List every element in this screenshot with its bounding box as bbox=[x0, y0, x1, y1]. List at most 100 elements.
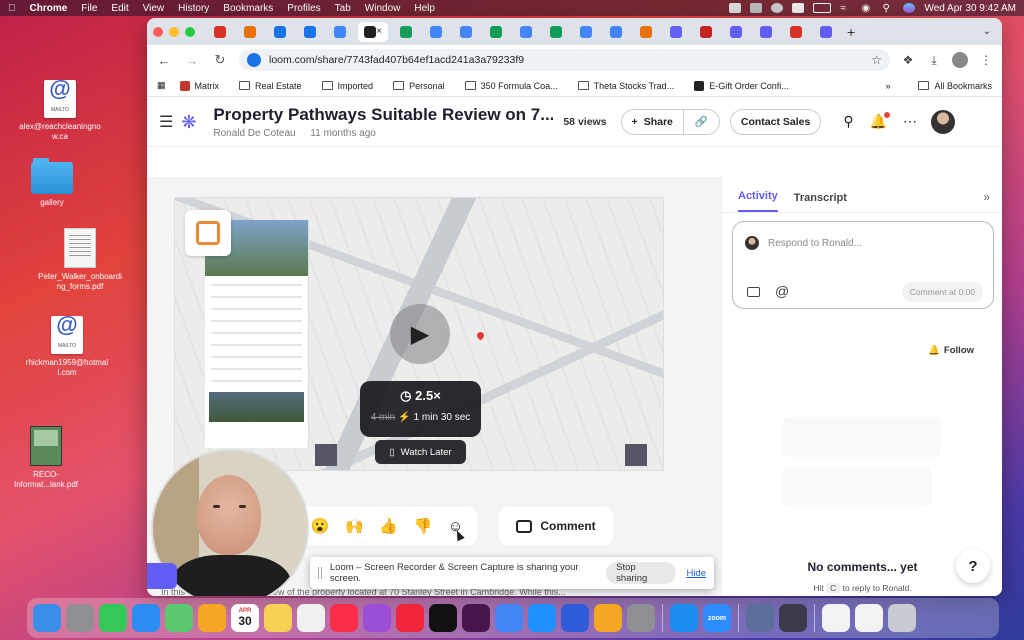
new-tab-icon[interactable]: + bbox=[847, 24, 855, 40]
browser-tab[interactable] bbox=[454, 22, 478, 42]
trash-icon[interactable] bbox=[888, 604, 916, 632]
browser-tab[interactable] bbox=[814, 22, 838, 42]
browser-tab[interactable] bbox=[514, 22, 538, 42]
notifications-bell-icon[interactable]: 🔔 bbox=[870, 112, 891, 130]
menubar-clock[interactable]: Wed Apr 30 9:42 AM bbox=[924, 3, 1016, 14]
browser-tab[interactable] bbox=[328, 22, 352, 42]
dock-calendar-icon[interactable]: APR 30 bbox=[231, 604, 259, 632]
emoji-raised-hands-icon[interactable]: 🙌 bbox=[345, 517, 364, 535]
tab-search-chevron-icon[interactable]: ⌄ bbox=[978, 26, 996, 37]
browser-tab-active[interactable]: × bbox=[358, 21, 388, 42]
back-arrow-icon[interactable]: ← bbox=[155, 53, 173, 68]
minimize-window-button[interactable] bbox=[169, 26, 179, 37]
browser-tab[interactable] bbox=[694, 22, 718, 42]
watch-later-button[interactable]: ▯ Watch Later bbox=[375, 440, 466, 464]
browser-tab[interactable] bbox=[424, 22, 448, 42]
menu-tab[interactable]: Tab bbox=[335, 3, 351, 14]
dock-tv-icon[interactable] bbox=[429, 604, 457, 632]
apple-menu-icon[interactable]:  bbox=[8, 3, 16, 14]
emoji-surprised-icon[interactable]: 😮 bbox=[311, 517, 330, 535]
comment-button[interactable]: Comment bbox=[499, 507, 613, 545]
forward-arrow-icon[interactable]: → bbox=[183, 53, 201, 68]
more-options-icon[interactable]: ⋯ bbox=[903, 113, 917, 130]
user-avatar[interactable] bbox=[931, 109, 956, 134]
tab-activity[interactable]: Activity bbox=[738, 190, 778, 212]
comment-at-button[interactable]: Comment at 0:00 bbox=[901, 282, 983, 302]
status-app-icon[interactable] bbox=[771, 3, 784, 13]
dock-music-icon[interactable] bbox=[330, 604, 358, 632]
bookmark-matrix[interactable]: Matrix bbox=[179, 80, 219, 91]
browser-tab[interactable] bbox=[574, 22, 598, 42]
menu-profiles[interactable]: Profiles bbox=[287, 3, 320, 14]
browser-tab[interactable] bbox=[268, 22, 292, 42]
battery-icon[interactable] bbox=[813, 3, 832, 13]
zoom-window-button[interactable] bbox=[185, 26, 195, 37]
dock-launchpad-icon[interactable] bbox=[66, 604, 94, 632]
browser-tab[interactable] bbox=[238, 22, 262, 42]
menu-view[interactable]: View bbox=[143, 3, 165, 14]
menu-window[interactable]: Window bbox=[365, 3, 401, 14]
close-tab-icon[interactable]: × bbox=[376, 26, 382, 37]
dock-chrome-icon[interactable] bbox=[495, 604, 523, 632]
control-center-icon[interactable]: ◉ bbox=[861, 3, 873, 14]
stop-sharing-button[interactable]: Stop sharing bbox=[606, 562, 677, 584]
record-video-icon[interactable] bbox=[747, 287, 760, 297]
site-info-icon[interactable] bbox=[247, 53, 261, 67]
contact-sales-button[interactable]: Contact Sales bbox=[729, 108, 822, 135]
browser-tab[interactable] bbox=[544, 22, 568, 42]
thumbs-down-icon[interactable]: 👎 bbox=[414, 517, 433, 535]
dock-preview-icon[interactable] bbox=[746, 604, 774, 632]
status-app-icon[interactable] bbox=[729, 3, 742, 13]
bookmarks-overflow-button[interactable]: » bbox=[885, 81, 890, 91]
collapse-panel-icon[interactable]: » bbox=[983, 190, 990, 212]
record-tab-button[interactable] bbox=[147, 563, 177, 589]
dock-spark-icon[interactable] bbox=[561, 604, 589, 632]
mention-icon[interactable]: @ bbox=[775, 283, 789, 299]
dock-safari-icon[interactable] bbox=[528, 604, 556, 632]
reload-icon[interactable]: ↻ bbox=[211, 52, 229, 68]
dock-messages-icon[interactable] bbox=[99, 604, 127, 632]
author-name[interactable]: Ronald De Coteau bbox=[213, 128, 295, 139]
browser-tab[interactable] bbox=[484, 22, 508, 42]
share-button[interactable]: + Share bbox=[620, 108, 684, 135]
dock-maps-icon[interactable] bbox=[165, 604, 193, 632]
browser-tab[interactable] bbox=[394, 22, 418, 42]
browser-tab[interactable] bbox=[604, 22, 628, 42]
dock-finder-icon[interactable] bbox=[33, 604, 61, 632]
comment-composer[interactable]: Respond to Ronald... @ Comment at 0:00 bbox=[732, 221, 994, 309]
extensions-puzzle-icon[interactable]: ❖ bbox=[900, 53, 916, 67]
browser-tab[interactable] bbox=[754, 22, 778, 42]
dock-pages-icon[interactable] bbox=[594, 604, 622, 632]
desktop-file-pdf[interactable]: Peter_Walker_onboarding_forms.pdf bbox=[38, 228, 122, 292]
status-app-icon[interactable] bbox=[792, 3, 805, 13]
dock-settings-icon[interactable] bbox=[627, 604, 655, 632]
bookmark-350-formula[interactable]: 350 Formula Coa... bbox=[464, 81, 558, 91]
dock-notes-icon[interactable] bbox=[264, 604, 292, 632]
desktop-file-mailto[interactable]: @ MAILTO alex@reachcleaningnow.ca bbox=[18, 78, 102, 142]
desktop-file-pdf[interactable]: RECO-Informat...lank.pdf bbox=[4, 426, 88, 490]
menu-bookmarks[interactable]: Bookmarks bbox=[223, 3, 273, 14]
dock-zoom-icon[interactable]: zoom bbox=[703, 604, 731, 632]
menu-history[interactable]: History bbox=[178, 3, 209, 14]
kebab-menu-icon[interactable]: ⋮ bbox=[978, 53, 994, 67]
help-button[interactable]: ? bbox=[956, 549, 990, 583]
dock-quicktime-icon[interactable] bbox=[779, 604, 807, 632]
browser-tab[interactable] bbox=[634, 22, 658, 42]
thumbs-up-icon[interactable]: 👍 bbox=[379, 517, 398, 535]
bookmark-imported[interactable]: Imported bbox=[321, 81, 373, 91]
dock-reminders-icon[interactable] bbox=[297, 604, 325, 632]
bookmark-personal[interactable]: Personal bbox=[393, 81, 445, 91]
menu-file[interactable]: File bbox=[81, 3, 97, 14]
follow-button[interactable]: 🔔 Follow bbox=[928, 345, 974, 356]
browser-tab[interactable] bbox=[298, 22, 322, 42]
video-player[interactable]: ▶ ◷ 2.5× 4 min ⚡ 1 min 30 sec ▯ Watch Late… bbox=[174, 197, 664, 471]
wifi-icon[interactable]: ≈ bbox=[840, 3, 852, 14]
view-count[interactable]: 58 views bbox=[563, 116, 606, 128]
spotlight-search-icon[interactable]: ⚲ bbox=[882, 3, 894, 14]
comment-input[interactable]: Respond to Ronald... bbox=[768, 238, 862, 249]
hide-link[interactable]: Hide bbox=[686, 568, 706, 579]
address-bar[interactable]: loom.com/share/7743fad407b64ef1acd241a3a… bbox=[239, 49, 890, 71]
menu-chrome[interactable]: Chrome bbox=[30, 3, 68, 14]
apps-grid-icon[interactable]: ▦ bbox=[157, 80, 166, 91]
status-app-icon[interactable] bbox=[750, 3, 763, 13]
